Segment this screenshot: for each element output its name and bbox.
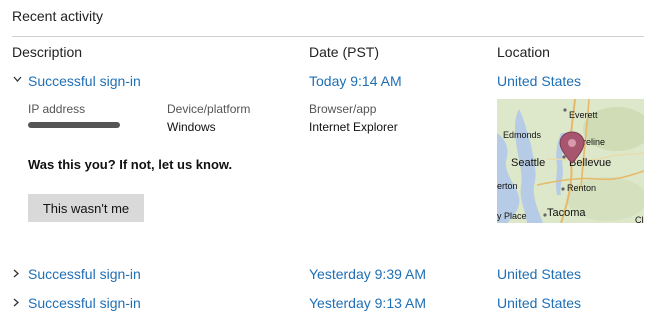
map-label-edmonds: Edmonds: [503, 130, 542, 140]
sign-in-location[interactable]: United States: [497, 266, 581, 282]
sign-in-description-link[interactable]: Successful sign-in: [28, 73, 141, 89]
section-title: Recent activity: [12, 8, 104, 24]
sign-in-date[interactable]: Today 9:14 AM: [309, 73, 402, 89]
sign-in-date[interactable]: Yesterday 9:39 AM: [309, 266, 426, 282]
map-label-partial-place: y Place: [497, 211, 527, 221]
column-header-location: Location: [497, 44, 550, 60]
chevron-right-icon[interactable]: [13, 269, 20, 278]
chevron-down-icon[interactable]: [13, 76, 22, 83]
location-map[interactable]: Everett Edmonds Shoreline Seattle Bellev…: [497, 99, 644, 223]
divider: [12, 36, 644, 37]
column-header-description: Description: [12, 44, 83, 60]
sign-in-date[interactable]: Yesterday 9:13 AM: [309, 295, 426, 311]
ip-address-redacted: [28, 122, 120, 128]
sign-in-description-link[interactable]: Successful sign-in: [28, 266, 141, 282]
sign-in-location[interactable]: United States: [497, 295, 581, 311]
column-header-date: Date (PST): [309, 44, 380, 60]
map-label-tacoma: Tacoma: [547, 207, 586, 219]
verification-question: Was this you? If not, let us know.: [28, 157, 233, 172]
map-label-partial-cl: Cl: [635, 215, 644, 223]
map-label-seattle: Seattle: [511, 157, 545, 169]
this-wasnt-me-button[interactable]: This wasn't me: [28, 194, 144, 222]
browser-app-label: Browser/app: [309, 102, 377, 116]
chevron-right-icon[interactable]: [13, 298, 20, 307]
sign-in-description-link[interactable]: Successful sign-in: [28, 295, 141, 311]
map-label-renton: Renton: [567, 183, 596, 193]
device-platform-value: Windows: [167, 120, 216, 134]
map-label-partial-erton: erton: [497, 181, 518, 191]
ip-address-label: IP address: [28, 102, 86, 116]
map-label-everett: Everett: [569, 110, 598, 120]
sign-in-location[interactable]: United States: [497, 73, 581, 89]
device-platform-label: Device/platform: [167, 102, 251, 116]
browser-app-value: Internet Explorer: [309, 120, 398, 134]
map-canvas: Everett Edmonds Shoreline Seattle Bellev…: [497, 99, 644, 223]
